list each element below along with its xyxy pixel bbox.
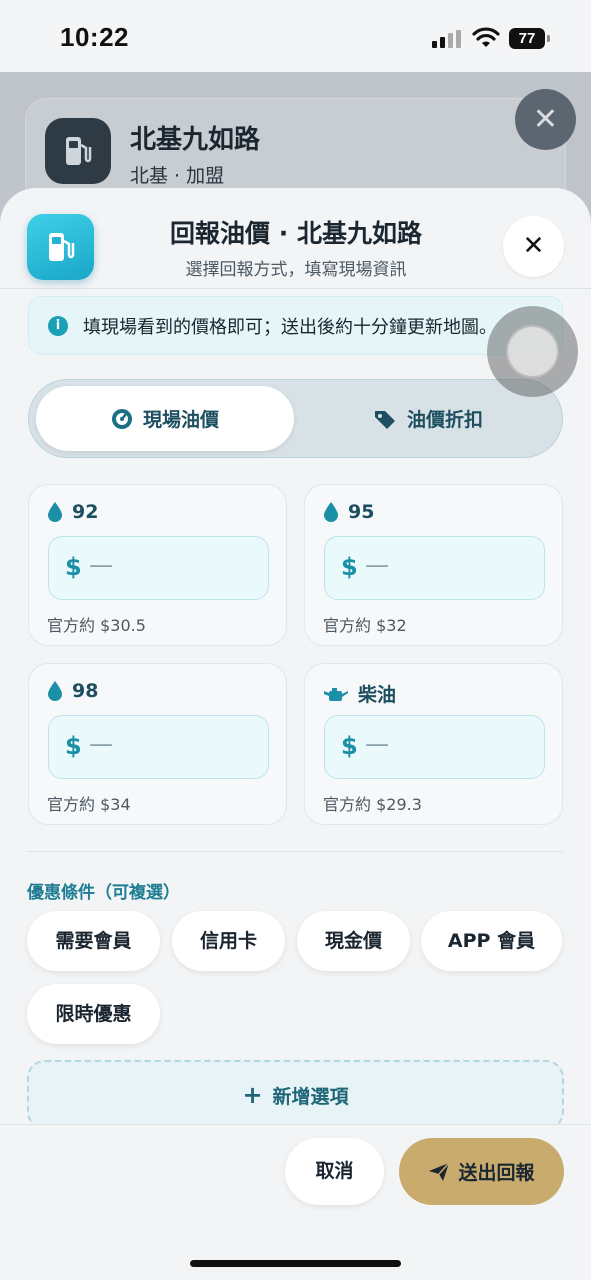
info-banner: i 填現場看到的價格即可；送出後約十分鐘更新地圖。 <box>28 296 563 355</box>
status-bar: 10:22 77 <box>0 0 591 72</box>
currency-symbol: $ <box>65 553 82 581</box>
fuel-label: 柴油 <box>358 684 397 706</box>
sheet-subtitle: 選擇回報方式，填寫現場資訊 <box>185 260 407 280</box>
fuel-pump-icon <box>45 118 111 184</box>
chip-cash-price[interactable]: 現金價 <box>297 911 410 971</box>
sheet-title: 回報油價 · 北基九如路 <box>170 219 422 248</box>
home-indicator[interactable] <box>190 1260 401 1267</box>
chip-limited-offer[interactable]: 限時優惠 <box>27 984 160 1044</box>
submit-report-button[interactable]: 送出回報 <box>399 1138 564 1205</box>
status-time: 10:22 <box>60 22 129 52</box>
chip-credit-card[interactable]: 信用卡 <box>172 911 285 971</box>
price-input-92[interactable]: $ — <box>48 536 269 600</box>
fuel-card-diesel: 柴油 $ — 官方約 $29.3 <box>304 663 563 825</box>
plus-icon: + <box>242 1081 263 1109</box>
info-text: 填現場看到的價格即可；送出後約十分鐘更新地圖。 <box>83 317 497 338</box>
tab-label: 現場油價 <box>142 409 219 431</box>
tab-label: 油價折扣 <box>406 409 483 431</box>
currency-symbol: $ <box>341 553 358 581</box>
fuel-label: 98 <box>72 680 99 702</box>
price-placeholder: — <box>89 730 113 758</box>
price-placeholder: — <box>89 551 113 579</box>
drop-icon <box>324 502 338 522</box>
background-close-button[interactable]: ✕ <box>515 89 576 150</box>
section-divider <box>28 851 563 852</box>
currency-symbol: $ <box>65 732 82 760</box>
header-divider <box>0 288 591 289</box>
wifi-icon <box>472 27 500 47</box>
price-input-95[interactable]: $ — <box>324 536 545 600</box>
info-icon: i <box>48 316 68 336</box>
close-button[interactable]: ✕ <box>503 216 564 277</box>
close-icon: ✕ <box>532 102 559 137</box>
touch-indicator <box>487 306 578 397</box>
station-title-background: 北基九如路 <box>130 125 261 155</box>
oil-can-icon <box>324 687 348 701</box>
add-option-button[interactable]: + 新增選項 <box>27 1060 564 1130</box>
price-placeholder: — <box>365 730 389 758</box>
cancel-button[interactable]: 取消 <box>285 1138 384 1205</box>
price-input-diesel[interactable]: $ — <box>324 715 545 779</box>
currency-symbol: $ <box>341 732 358 760</box>
send-icon <box>429 1161 451 1181</box>
chip-member-required[interactable]: 需要會員 <box>27 911 160 971</box>
cellular-signal-icon <box>432 30 462 48</box>
submit-label: 送出回報 <box>458 1162 535 1184</box>
price-placeholder: — <box>365 551 389 579</box>
drop-icon <box>48 681 62 701</box>
fuel-label: 95 <box>348 501 375 523</box>
sheet-footer: 取消 送出回報 <box>0 1124 591 1280</box>
price-input-98[interactable]: $ — <box>48 715 269 779</box>
fuel-pump-icon <box>27 214 94 280</box>
tab-onsite-price[interactable]: 現場油價 <box>36 386 294 451</box>
official-price: 官方約 $32 <box>323 616 407 635</box>
report-mode-tabs: 現場油價 油價折扣 <box>28 379 563 458</box>
fuel-card-92: 92 $ — 官方約 $30.5 <box>28 484 287 646</box>
close-icon: ✕ <box>522 231 545 261</box>
gauge-icon <box>111 408 132 429</box>
station-subtitle-background: 北基 · 加盟 <box>130 165 225 187</box>
battery-icon: 77 <box>509 28 550 49</box>
official-price: 官方約 $30.5 <box>47 616 146 635</box>
tab-discount[interactable]: 油價折扣 <box>299 386 557 451</box>
conditions-title: 優惠條件（可複選） <box>27 883 180 903</box>
fuel-card-98: 98 $ — 官方約 $34 <box>28 663 287 825</box>
chip-app-member[interactable]: APP 會員 <box>421 911 562 971</box>
tag-icon <box>374 410 395 429</box>
add-option-label: 新增選項 <box>272 1085 349 1108</box>
fuel-label: 92 <box>72 501 99 523</box>
drop-icon <box>48 502 62 522</box>
official-price: 官方約 $34 <box>47 795 131 814</box>
official-price: 官方約 $29.3 <box>323 795 422 814</box>
fuel-card-95: 95 $ — 官方約 $32 <box>304 484 563 646</box>
